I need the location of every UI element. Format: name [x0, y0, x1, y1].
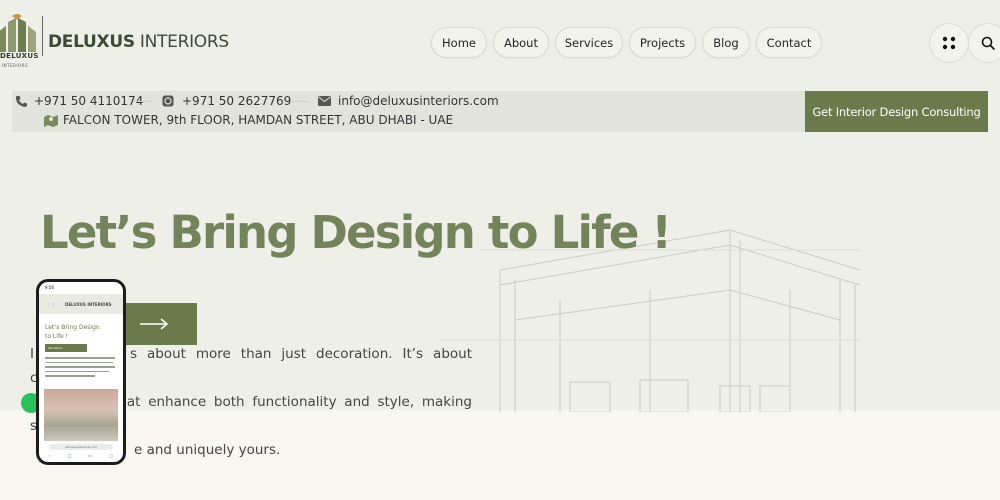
- phone-screen: 9:56 ⋮⋮ DELUXUS INTERIORS Let’s Bring De…: [39, 282, 123, 462]
- hero-title: Let’s Bring Design to Life !: [40, 206, 672, 259]
- menu-button[interactable]: [929, 23, 969, 63]
- phone-status-time: 9:56: [45, 285, 54, 290]
- contact-separator: [134, 101, 152, 102]
- nav-about[interactable]: About: [493, 27, 549, 58]
- search-button[interactable]: [968, 23, 1000, 63]
- logo-mark-text: DELUXUS: [0, 52, 39, 60]
- logo-mark-subtext: INTERIORS: [2, 63, 29, 68]
- tabs-icon: ▢: [109, 453, 113, 458]
- phone-hero-button: Get Interior: [45, 344, 87, 352]
- phone-menu-icon: ⋮⋮: [47, 301, 55, 307]
- logo-mark-icon: [0, 14, 36, 52]
- nav-projects[interactable]: Projects: [629, 27, 696, 58]
- nav-home[interactable]: Home: [431, 27, 487, 58]
- phone-url-bar: deluxusinteriors.com: [49, 444, 113, 450]
- email-contact[interactable]: info@deluxusinteriors.com: [318, 94, 499, 108]
- phone-mockup: 9:56 ⋮⋮ DELUXUS INTERIORS Let’s Bring De…: [36, 279, 126, 465]
- map-location-icon: [44, 114, 58, 127]
- phone-header: ⋮⋮ DELUXUS INTERIORS: [39, 294, 123, 314]
- phone-browser-toolbar: ‹ □ ▭ ▢: [49, 453, 113, 458]
- share-icon: □: [67, 453, 72, 458]
- contact-separator: [291, 101, 309, 102]
- logo-divider: [42, 16, 43, 56]
- whatsapp-contact[interactable]: +971 50 2627769: [162, 94, 291, 108]
- phone-text-lines: [45, 357, 117, 380]
- phone-hero-title: Let’s Bring Design to Life !: [45, 324, 100, 340]
- nav-contact[interactable]: Contact: [756, 27, 822, 58]
- phone-brand: DELUXUS INTERIORS: [65, 301, 112, 307]
- phone-number: +971 50 4110174: [34, 94, 144, 108]
- nav-services[interactable]: Services: [555, 27, 623, 58]
- phone-icon: [16, 95, 27, 107]
- phone-contact[interactable]: +971 50 4110174: [15, 94, 143, 108]
- grid-dots-icon: [942, 36, 956, 50]
- email-address: info@deluxusinteriors.com: [338, 94, 499, 108]
- search-icon: [981, 36, 995, 50]
- address-text: FALCON TOWER, 9th FLOOR, HAMDAN STREET, …: [63, 113, 454, 127]
- whatsapp-icon: [162, 95, 174, 107]
- book-icon: ▭: [88, 453, 93, 458]
- arrow-right-icon: [140, 318, 169, 330]
- phone-interior-image: [44, 389, 118, 441]
- nav-blog[interactable]: Blog: [702, 27, 750, 58]
- whatsapp-number: +971 50 2627769: [182, 94, 292, 108]
- consulting-cta-button[interactable]: Get Interior Design Consulting: [805, 91, 988, 132]
- address-contact[interactable]: FALCON TOWER, 9th FLOOR, HAMDAN STREET, …: [44, 113, 453, 127]
- back-icon: ‹: [49, 453, 51, 458]
- brand-name: DELUXUS INTERIORS: [48, 32, 229, 52]
- email-icon: [318, 96, 331, 106]
